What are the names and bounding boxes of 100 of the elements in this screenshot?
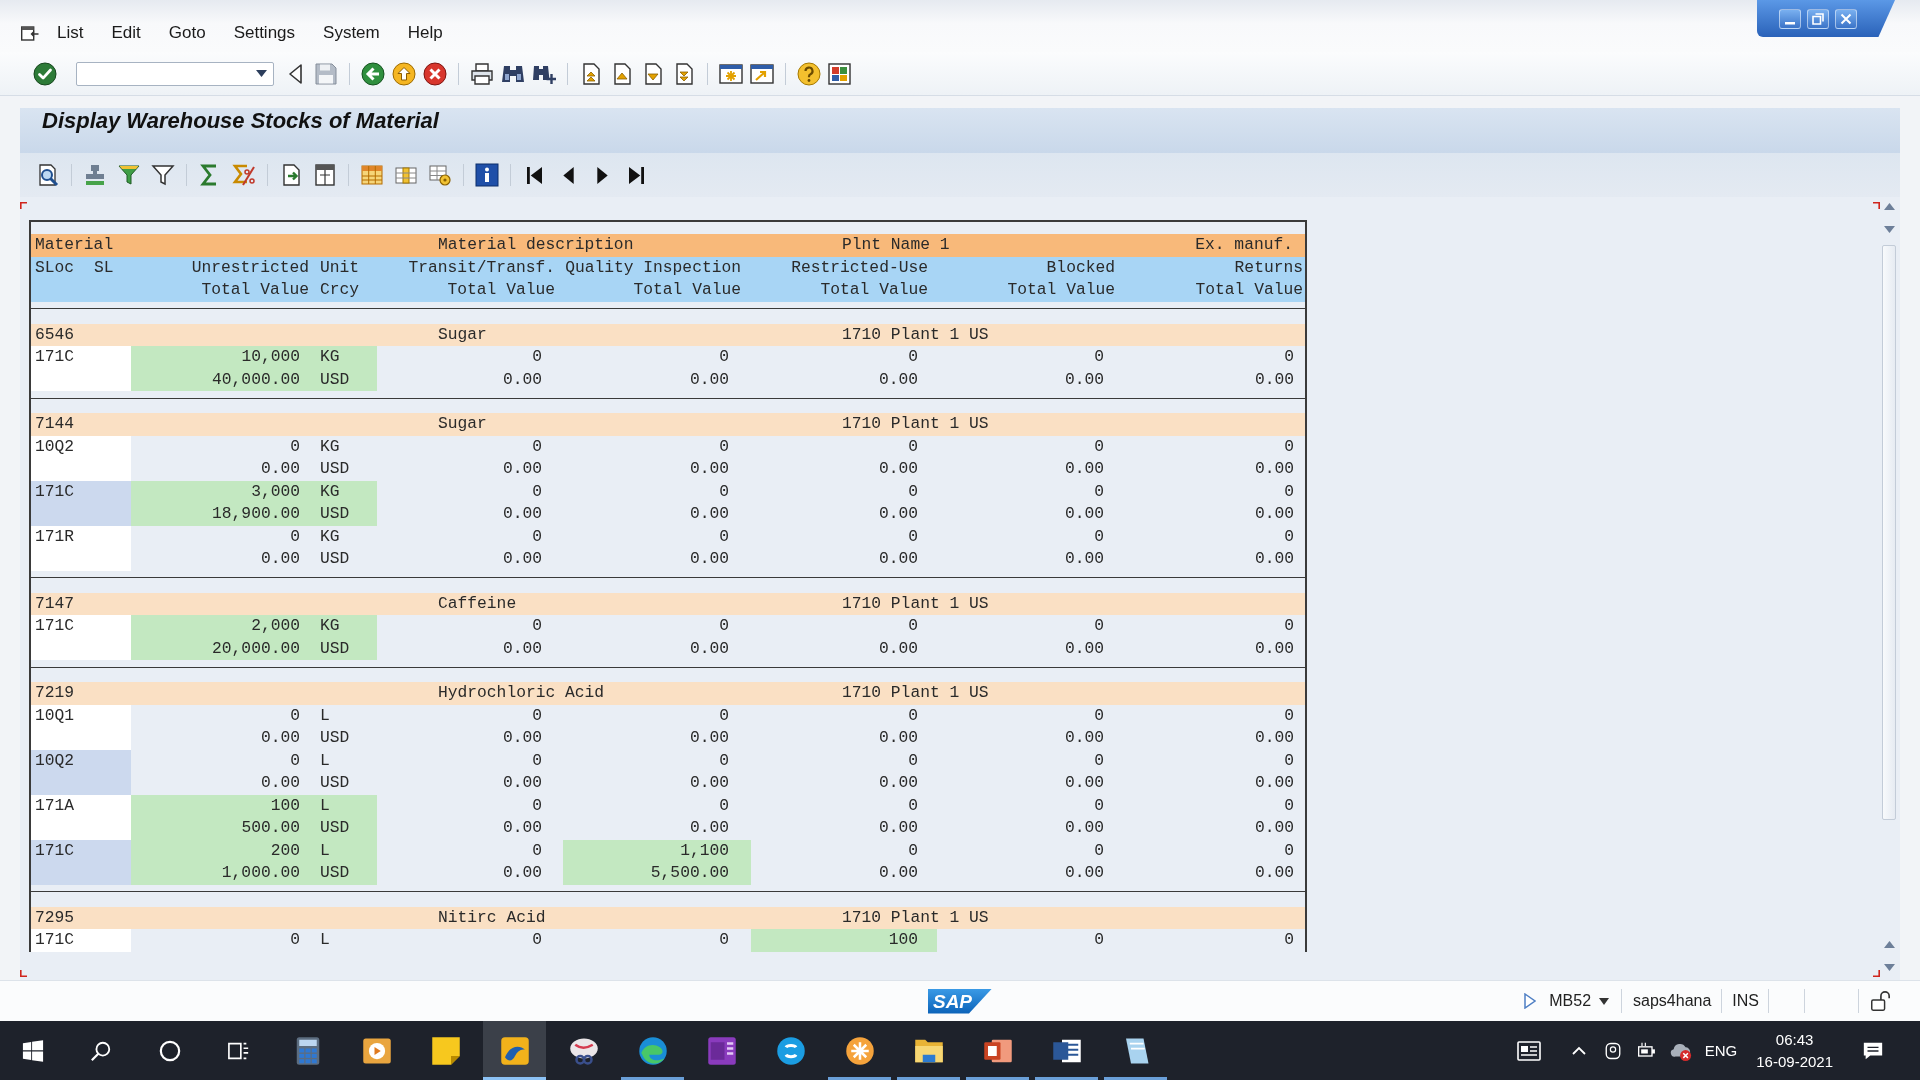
menu-item[interactable]: System — [323, 23, 380, 43]
triangle-left-icon[interactable] — [288, 63, 302, 84]
menu-item[interactable]: Edit — [111, 23, 141, 43]
column-header: Transit/Transf. — [407, 256, 556, 279]
triangle-right-icon[interactable] — [596, 166, 608, 184]
window-menu-icon[interactable] — [21, 25, 39, 41]
column-header: Plnt Name 1 — [842, 234, 951, 256]
magnifier-document-icon[interactable] — [36, 163, 60, 187]
stock-value: 0.00 — [501, 862, 543, 884]
stock-value: 0.00 — [501, 727, 543, 749]
padlock-icon[interactable] — [1869, 990, 1891, 1012]
minimize-button[interactable] — [1779, 8, 1801, 29]
help-icon[interactable] — [797, 61, 821, 86]
currency: USD — [309, 368, 377, 391]
storage-location-cell: 10Q2 — [31, 749, 131, 795]
scroll-down-icon[interactable] — [1883, 226, 1895, 233]
storage-location-cell: 171A — [31, 794, 131, 840]
circle-icon[interactable] — [158, 1039, 181, 1062]
menu-item[interactable]: Goto — [168, 23, 206, 43]
close-button[interactable] — [1835, 8, 1857, 29]
unit-of-measure: L — [319, 929, 331, 951]
stock-quantity: 0 — [531, 346, 543, 368]
stock-quantity: 0 — [1093, 525, 1105, 548]
stock-value: 0.00 — [501, 772, 543, 794]
menu-item[interactable]: Settings — [233, 23, 296, 43]
caret-icon[interactable] — [1599, 997, 1610, 1005]
menu-item[interactable]: List — [57, 23, 84, 43]
stock-quantity: 0 — [289, 704, 301, 727]
menu-item[interactable]: Help — [407, 23, 443, 43]
close-icon[interactable] — [1840, 12, 1852, 25]
funnel-icon[interactable] — [117, 163, 141, 187]
search-icon[interactable] — [89, 1039, 112, 1062]
currency: USD — [309, 862, 377, 885]
funnel-outline-icon[interactable] — [151, 163, 175, 187]
printer-icon[interactable] — [470, 61, 494, 86]
scroll-thumb[interactable] — [1882, 245, 1896, 820]
scroll-up-icon[interactable] — [1883, 941, 1895, 948]
stock-quantity: 0 — [907, 346, 919, 368]
stock-quantity: 0 — [531, 794, 543, 817]
column-header: Crcy — [319, 279, 361, 301]
table-header-icon[interactable] — [313, 163, 337, 187]
material-number: 7219 — [34, 682, 76, 704]
stock-quantity: 0 — [718, 346, 730, 368]
stock-value: 0.00 — [501, 503, 543, 525]
corner-mark-icon — [1873, 202, 1880, 209]
circle-arrow-up-icon[interactable] — [392, 61, 416, 86]
stock-value: 0.00 — [1253, 368, 1295, 391]
asterisk-app-icon[interactable] — [844, 1035, 875, 1066]
stock-quantity: 0 — [718, 749, 730, 772]
clock-date[interactable]: 16-09-2021 — [1756, 1050, 1833, 1073]
triangle-left-icon[interactable] — [562, 166, 574, 184]
stock-value: 0.00 — [1063, 548, 1105, 570]
clock-time[interactable]: 06:43 — [1775, 1028, 1814, 1051]
stock-value: 0.00 — [1253, 862, 1295, 884]
sticky-note-icon[interactable] — [430, 1035, 461, 1066]
wave-app-icon[interactable] — [637, 1035, 668, 1066]
skip-forward-icon[interactable] — [628, 166, 644, 184]
circle-x-icon[interactable] — [423, 61, 447, 86]
caret-icon[interactable] — [256, 70, 267, 77]
column-header: Unit — [319, 256, 361, 279]
stock-quantity: 0 — [1283, 839, 1295, 862]
stock-quantity: 0 — [1283, 749, 1295, 772]
arcs-app-icon[interactable] — [775, 1035, 806, 1066]
checkmark-icon[interactable] — [33, 61, 57, 86]
scroll-up-icon[interactable] — [1883, 203, 1895, 210]
sigma-percent-icon[interactable] — [232, 163, 256, 187]
skip-back-icon[interactable] — [526, 166, 542, 184]
stock-quantity: 0 — [718, 704, 730, 727]
stock-value: 0.00 — [688, 727, 730, 749]
stock-value: 0.00 — [1063, 368, 1105, 391]
stock-quantity: 0 — [289, 929, 301, 951]
stamp-icon[interactable] — [83, 163, 107, 187]
restore-button[interactable] — [1807, 8, 1829, 29]
stock-value: 0.00 — [259, 772, 301, 794]
swirl-app-icon[interactable] — [499, 1035, 530, 1066]
webcam-icon[interactable] — [1603, 1040, 1622, 1061]
stock-quantity: 0 — [907, 794, 919, 817]
table-gear-icon[interactable] — [428, 163, 452, 187]
stock-value: 0.00 — [1063, 772, 1105, 794]
color-grid-window-icon[interactable] — [828, 61, 852, 86]
plant-name: 1710 Plant 1 US — [842, 592, 990, 615]
unit-of-measure: KG — [309, 480, 377, 503]
language-indicator[interactable]: ENG — [1704, 1042, 1738, 1059]
notebook-app-icon[interactable] — [706, 1035, 737, 1066]
stock-quantity: 0 — [907, 525, 919, 548]
stock-quantity: 0 — [907, 435, 919, 458]
grid-icon[interactable] — [360, 163, 384, 187]
info-icon[interactable] — [475, 163, 499, 187]
stock-value: 0.00 — [688, 548, 730, 570]
restore-icon[interactable] — [1812, 12, 1824, 25]
newspaper-icon[interactable] — [1514, 1038, 1543, 1063]
column-header: Total Value — [1006, 279, 1116, 301]
stock-value: 0.00 — [1063, 637, 1105, 660]
circle-arrow-left-icon[interactable] — [361, 61, 385, 86]
unit-of-measure: L — [309, 794, 377, 817]
stock-quantity: 0 — [1283, 704, 1295, 727]
window-sparkle-icon[interactable] — [719, 61, 743, 86]
scroll-down-icon[interactable] — [1883, 964, 1895, 971]
command-field[interactable] — [76, 61, 274, 86]
four-panes-icon[interactable] — [22, 1039, 44, 1062]
